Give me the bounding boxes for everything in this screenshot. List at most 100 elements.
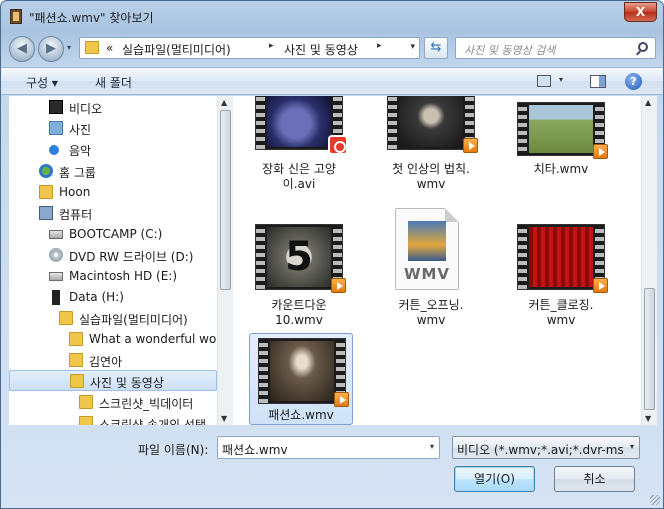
drive-icon <box>49 272 63 281</box>
file-tile-countdown[interactable]: 5 카운트다운 10.wmv <box>247 224 351 328</box>
breadcrumb-practice-files[interactable]: 실습파일(멀티미디어) <box>122 41 231 58</box>
close-button[interactable]: X <box>624 2 657 22</box>
scroll-down-icon[interactable]: ▼ <box>221 414 227 423</box>
scroll-down-icon[interactable]: ▼ <box>645 414 651 423</box>
refresh-icon: ⇆ <box>430 40 442 55</box>
video-thumbnail: 5 <box>255 224 346 293</box>
file-tile-cheetah[interactable]: 치타.wmv <box>509 96 613 196</box>
video-thumbnail <box>255 96 348 155</box>
music-icon <box>49 145 59 155</box>
play-badge-icon <box>334 392 349 407</box>
toolbar: 구성 ▾ 새 폴더 ▾ ? <box>1 67 663 95</box>
breadcrumb-separator[interactable]: ▸ <box>269 41 274 51</box>
file-extension-label: WMV <box>403 265 451 283</box>
view-icon[interactable] <box>537 75 551 87</box>
forward-button[interactable]: ▶ <box>38 36 64 62</box>
search-icon[interactable] <box>638 42 648 52</box>
arrow-left-icon: ◀ <box>17 41 27 56</box>
nav-item-label: BOOTCAMP (C:) <box>69 227 163 241</box>
nav-scrollbar[interactable]: ▲ ▼ <box>217 96 233 425</box>
file-name: 커튼_클로징. wmv <box>528 298 594 327</box>
file-open-dialog: "패션쇼.wmv" 찾아보기 X ◀ ▶ ▾ « 실습파일(멀티미디어) ▸ 사… <box>0 0 664 509</box>
view-dropdown-icon[interactable]: ▾ <box>559 75 563 84</box>
file-name: 커튼_오프닝. wmv <box>398 298 464 327</box>
video-thumbnail <box>387 96 478 153</box>
film-icon <box>10 9 22 24</box>
scroll-up-icon[interactable]: ▲ <box>645 98 651 107</box>
nav-item-label: What a wonderful world <box>89 332 233 346</box>
nav-item-label: 김연아 <box>89 355 123 369</box>
organize-button[interactable]: 구성 ▾ <box>26 74 58 91</box>
nav-item-label: 스크린샷_빅데이터 <box>99 397 194 411</box>
filetype-select[interactable]: 비디오 (*.wmv;*.avi;*.dvr-ms;*. ▾ <box>452 436 640 459</box>
play-badge-icon <box>463 138 478 153</box>
file-name: 카운트다운 10.wmv <box>271 298 327 327</box>
video-thumbnail <box>517 224 608 293</box>
arrow-right-icon: ▶ <box>46 41 56 56</box>
file-tile-puss-in-boots[interactable]: 장화 신은 고양 이.avi <box>247 96 351 196</box>
filetype-value: 비디오 (*.wmv;*.avi;*.dvr-ms;*. <box>457 443 625 457</box>
file-list: 장화 신은 고양 이.avi 첫 인상의 법칙. wmv 치타.wmv 5 카운… <box>233 96 656 425</box>
folder-icon <box>79 416 93 425</box>
file-name: 치타.wmv <box>533 162 589 176</box>
file-name: 첫 인상의 법칙. wmv <box>392 162 470 191</box>
play-badge-icon <box>331 278 346 293</box>
device-icon <box>52 290 60 305</box>
cancel-button[interactable]: 취소 <box>554 466 635 492</box>
file-name: 장화 신은 고양 이.avi <box>262 162 336 191</box>
nav-item-label: Hoon <box>59 185 91 199</box>
nav-item-label: 컴퓨터 <box>59 208 93 222</box>
help-icon[interactable]: ? <box>625 73 642 90</box>
nav-scroll-thumb[interactable] <box>220 110 231 290</box>
window-title: "패션쇼.wmv" 찾아보기 <box>29 11 154 25</box>
address-dropdown-icon[interactable]: ▾ <box>410 42 415 52</box>
recent-pages-dropdown[interactable]: ▾ <box>67 43 71 52</box>
breadcrumb-separator[interactable]: ▸ <box>377 41 382 51</box>
address-bar[interactable]: « 실습파일(멀티미디어) ▸ 사진 및 동영상 ▸ ▾ <box>79 37 420 59</box>
file-tile-fashion-show[interactable]: 패션쇼.wmv <box>249 333 353 425</box>
new-folder-button[interactable]: 새 폴더 <box>95 74 132 91</box>
title-bar: "패션쇼.wmv" 찾아보기 X <box>1 1 663 31</box>
file-list-scroll-thumb[interactable] <box>644 288 655 410</box>
filename-label: 파일 이름(N): <box>138 443 209 457</box>
nav-item-label: 스크린샷 속개의 선택 <box>99 418 206 425</box>
refresh-button[interactable]: ⇆ <box>424 37 448 59</box>
file-tile-first-impression[interactable]: 첫 인상의 법칙. wmv <box>379 96 483 196</box>
nav-item-label: Macintosh HD (E:) <box>69 269 178 283</box>
folder-icon <box>70 374 84 388</box>
dvd-icon <box>49 248 63 262</box>
drive-icon <box>49 230 63 239</box>
search-input[interactable]: 사진 및 동영상 검색 <box>455 37 656 59</box>
play-badge-icon <box>593 278 608 293</box>
back-button[interactable]: ◀ <box>9 36 35 62</box>
folder-icon <box>79 395 93 409</box>
chevron-down-icon[interactable]: ▾ <box>630 442 634 451</box>
filename-value[interactable]: 패션쇼.wmv <box>222 441 288 458</box>
nav-item-label: 홈 그룹 <box>59 166 96 180</box>
play-badge-icon <box>593 144 608 159</box>
resize-grip[interactable] <box>650 495 660 505</box>
nav-item-label: 실습파일(멀티미디어) <box>79 313 188 327</box>
file-list-scrollbar[interactable]: ▲ ▼ <box>641 96 657 425</box>
preview-pane-icon[interactable] <box>590 75 606 88</box>
chevron-down-icon[interactable]: ▾ <box>430 442 434 451</box>
file-tile-curtain-closing[interactable]: 커튼_클로징. wmv <box>509 224 613 328</box>
scroll-up-icon[interactable]: ▲ <box>221 98 227 107</box>
open-button[interactable]: 열기(O) <box>454 466 535 492</box>
file-tile-curtain-opening[interactable]: WMV 커튼_오프닝. wmv <box>379 208 483 328</box>
breadcrumb-overflow[interactable]: « <box>106 41 113 55</box>
nav-item-label: 사진 및 동영상 <box>90 376 164 390</box>
folder-icon <box>69 332 83 346</box>
nav-item-photos-videos[interactable]: 사진 및 동영상 <box>9 370 217 391</box>
homegroup-icon <box>39 164 53 178</box>
filename-combobox[interactable]: 패션쇼.wmv ▾ <box>217 436 440 459</box>
computer-icon <box>39 206 53 220</box>
folder-icon <box>59 311 73 325</box>
folder-icon <box>69 353 83 367</box>
breadcrumb-photos-videos[interactable]: 사진 및 동영상 <box>284 41 358 58</box>
folder-icon <box>85 41 99 54</box>
nav-item-label: Data (H:) <box>69 290 124 304</box>
nav-item-label: DVD RW 드라이브 (D:) <box>69 250 194 264</box>
nav-item-label: 사진 <box>69 123 92 137</box>
nav-item-label: 음악 <box>69 144 92 158</box>
